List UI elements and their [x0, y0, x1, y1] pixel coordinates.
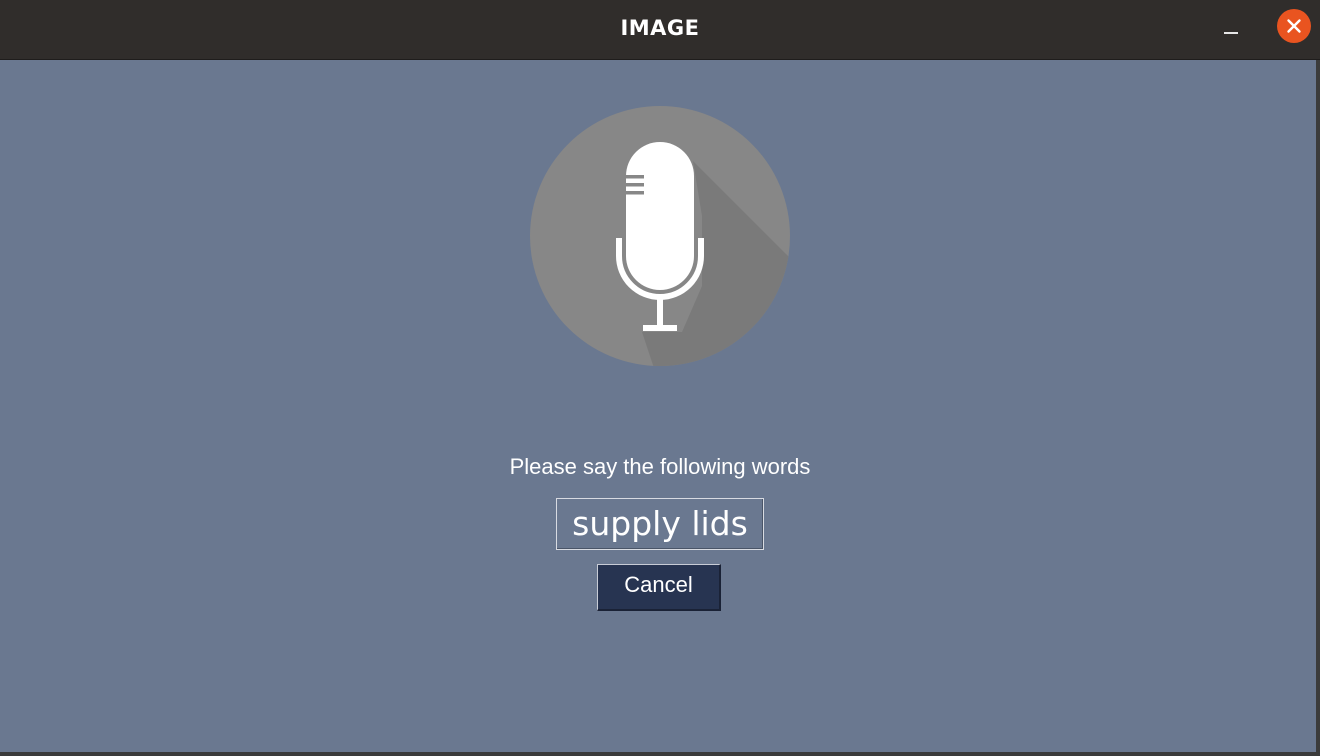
- minimize-icon: [1224, 32, 1238, 34]
- cancel-button[interactable]: Cancel: [597, 564, 721, 611]
- close-button[interactable]: [1277, 9, 1311, 43]
- microphone-icon: [530, 106, 790, 366]
- window-border-bottom: [0, 752, 1320, 756]
- window-border-right: [1316, 60, 1320, 756]
- app-window: IMAGE Please say the following words sup…: [0, 0, 1320, 756]
- words-to-say: supply lids: [556, 498, 764, 550]
- title-bar[interactable]: IMAGE: [0, 0, 1320, 60]
- window-title: IMAGE: [620, 16, 700, 40]
- close-icon: [1287, 19, 1301, 33]
- instruction-text: Please say the following words: [509, 454, 811, 479]
- minimize-button[interactable]: [1219, 16, 1243, 40]
